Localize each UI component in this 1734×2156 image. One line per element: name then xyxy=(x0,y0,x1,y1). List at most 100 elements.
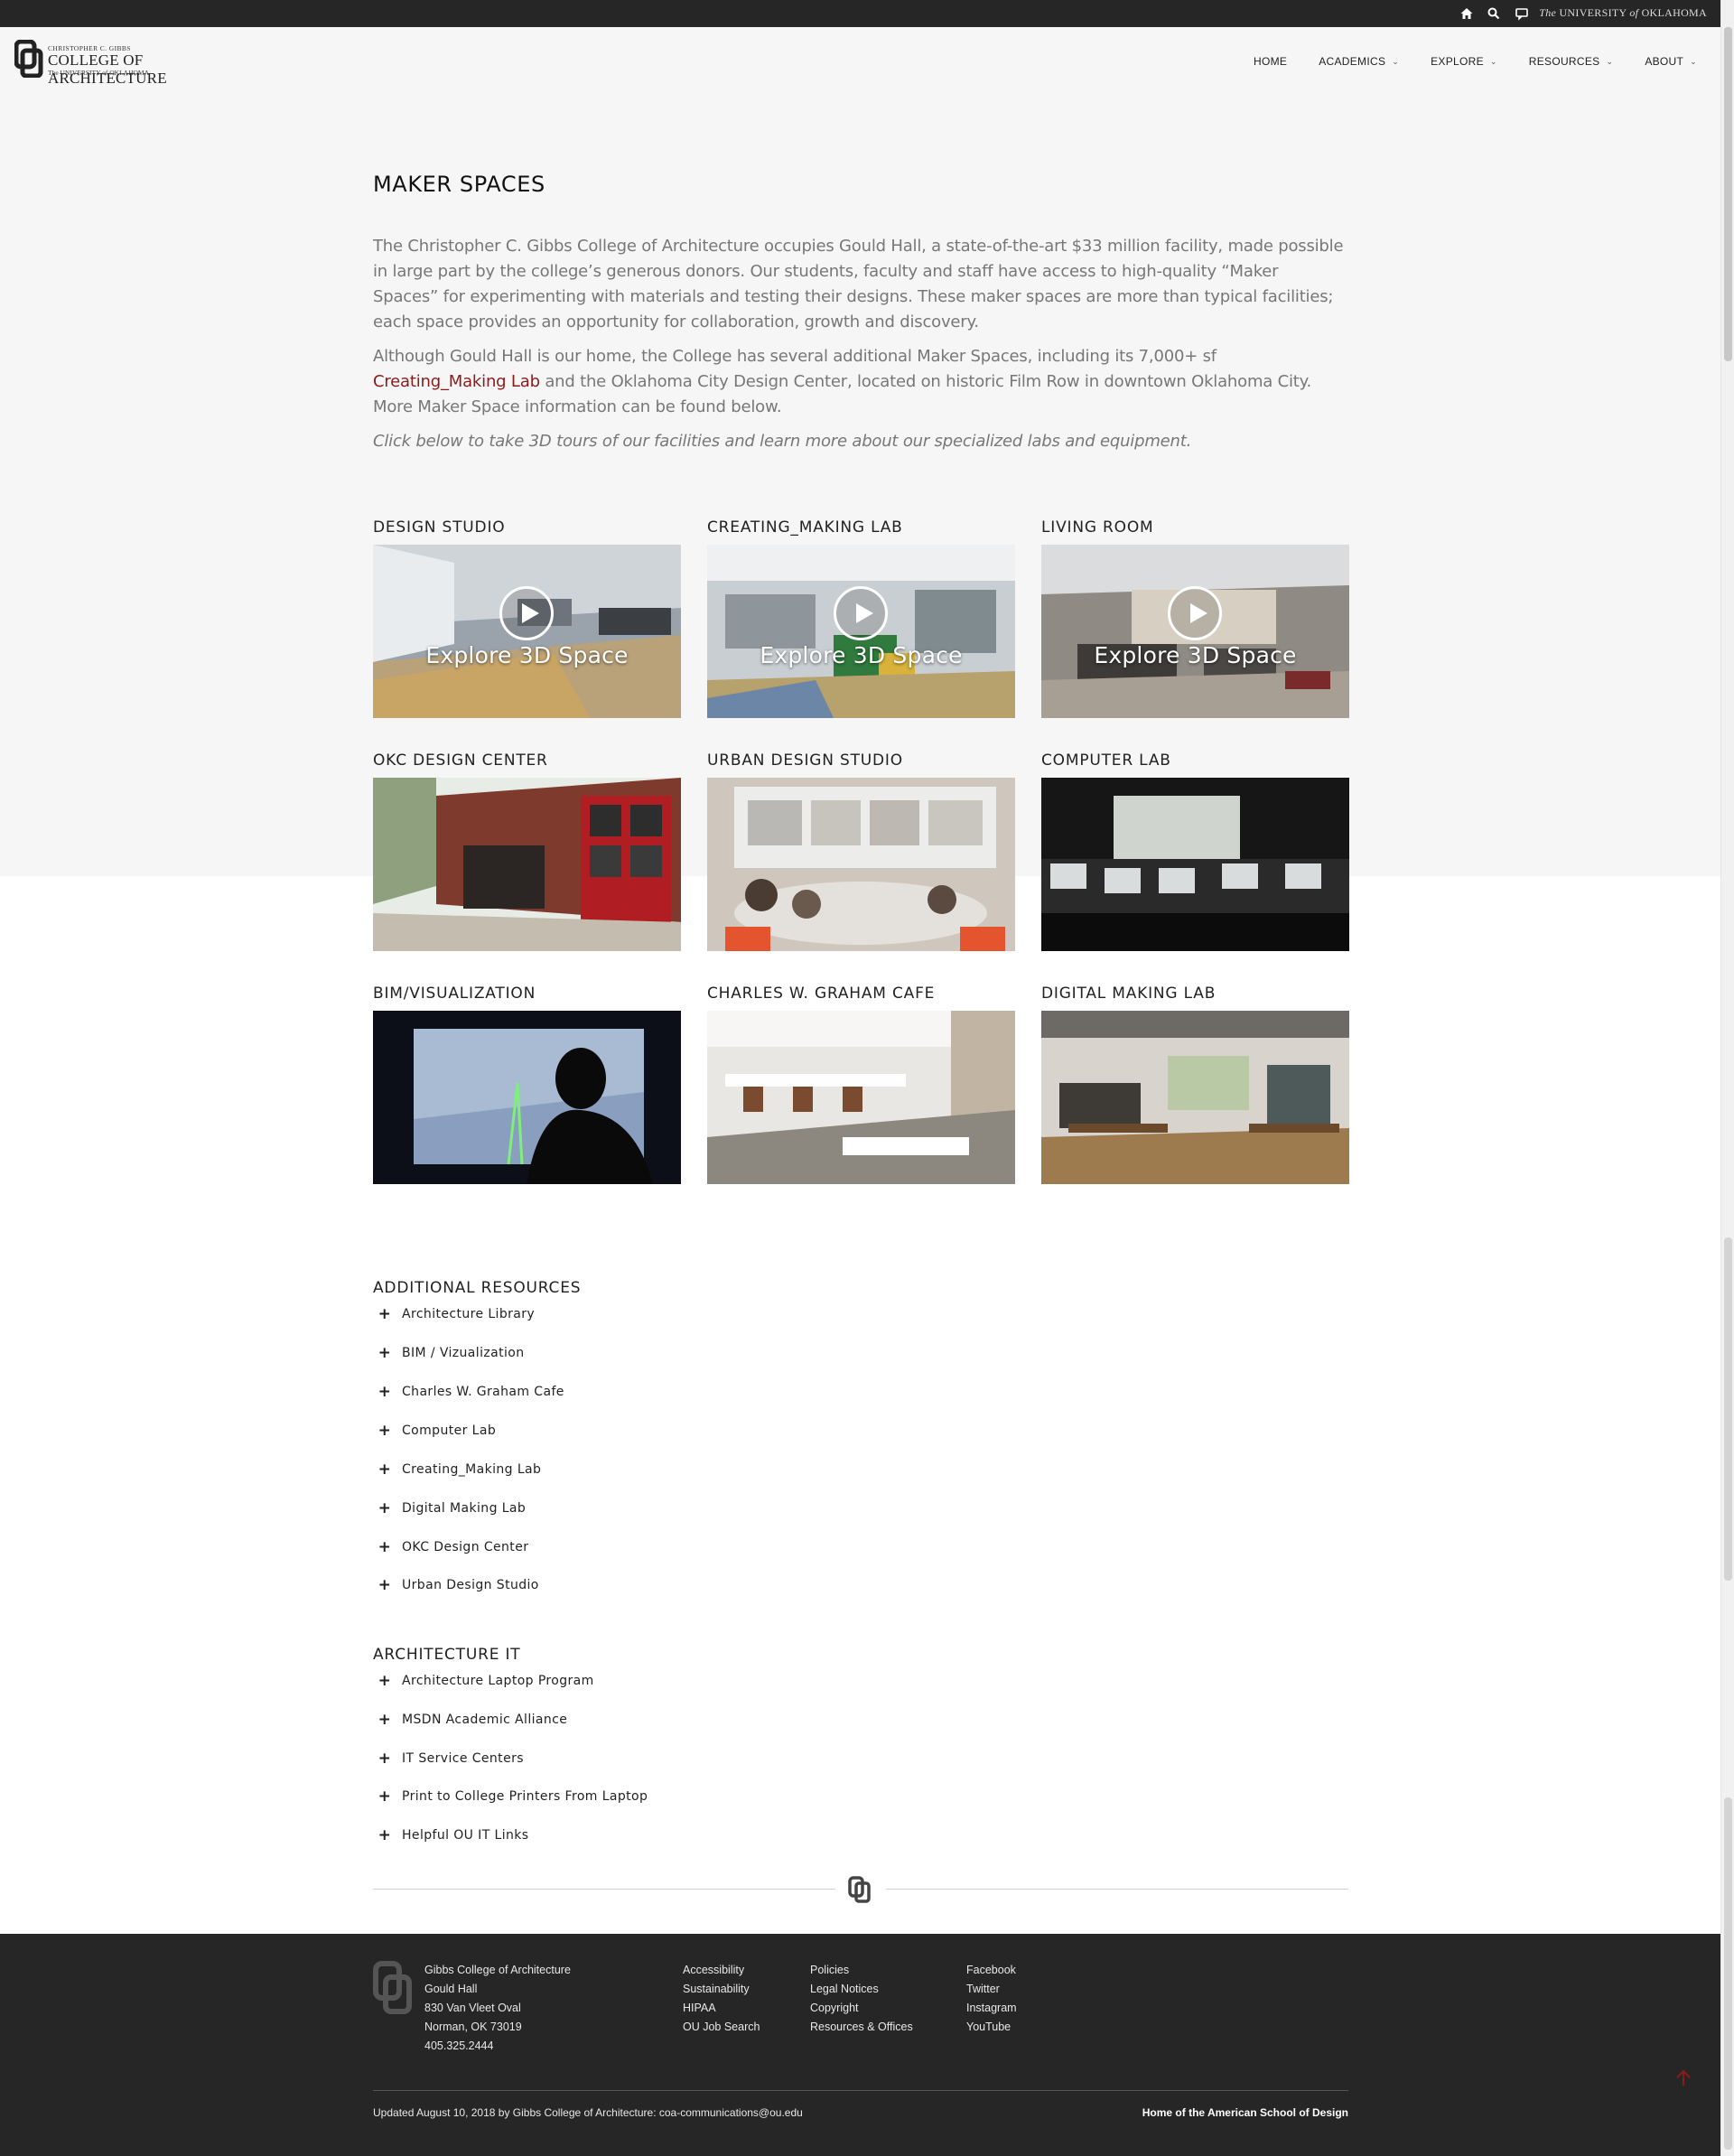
card-image-computer-lab[interactable] xyxy=(1041,778,1349,951)
footer-links-1: Accessibility Sustainability HIPAA OU Jo… xyxy=(683,1961,760,2037)
logo-line-3: The UNIVERSITY of OKLAHOMA xyxy=(48,69,149,77)
plus-icon: + xyxy=(378,1711,392,1729)
explore-3d-label[interactable]: Explore 3D Space xyxy=(373,642,681,668)
card-title-living-room[interactable]: LIVING ROOM xyxy=(1041,518,1153,537)
urban-design-studio-photo xyxy=(707,778,1015,951)
scrollbar-thumb[interactable] xyxy=(1724,27,1732,361)
footer-link-legal-notices[interactable]: Legal Notices xyxy=(810,1980,913,1999)
footer-link-resources-offices[interactable]: Resources & Offices xyxy=(810,2018,913,2037)
play-icon[interactable] xyxy=(834,586,888,640)
utility-bar: The UNIVERSITY of OKLAHOMA xyxy=(0,0,1720,27)
footer-link-policies[interactable]: Policies xyxy=(810,1961,913,1980)
plus-icon: + xyxy=(378,1787,392,1806)
search-icon[interactable] xyxy=(1486,5,1502,22)
plus-icon: + xyxy=(378,1672,392,1690)
card-title-okc-design-center[interactable]: OKC DESIGN CENTER xyxy=(373,751,548,770)
page-title: MAKER SPACES xyxy=(373,172,545,197)
scrollbar-thumb-tertiary[interactable] xyxy=(1724,1797,1732,2150)
card-title-bim-visualization[interactable]: BIM/VISUALIZATION xyxy=(373,985,536,1003)
chevron-down-icon: ⌄ xyxy=(1489,56,1497,66)
architecture-it-title: ARCHITECTURE IT xyxy=(373,1646,521,1664)
footer-social: Facebook Twitter Instagram YouTube xyxy=(966,1961,1017,2037)
home-icon[interactable] xyxy=(1459,5,1475,22)
plus-icon: + xyxy=(378,1826,392,1844)
card-image-living-room[interactable]: Explore 3D Space xyxy=(1041,545,1349,718)
site-header: CHRISTOPHER C. GIBBS COLLEGE OF ARCHITEC… xyxy=(0,27,1720,95)
intro-paragraph-1: The Christopher C. Gibbs College of Arch… xyxy=(373,237,1344,331)
chevron-down-icon: ⌄ xyxy=(1606,56,1614,66)
card-image-digital-making-lab[interactable] xyxy=(1041,1011,1349,1184)
explore-3d-label[interactable]: Explore 3D Space xyxy=(1041,642,1349,668)
card-image-creating-making-lab[interactable]: Explore 3D Space xyxy=(707,545,1015,718)
card-title-digital-making-lab[interactable]: DIGITAL MAKING LAB xyxy=(1041,985,1216,1003)
ou-mark-icon xyxy=(848,1876,873,1903)
nav-academics[interactable]: ACADEMICS ⌄ xyxy=(1319,55,1399,68)
page-scrollbar[interactable] xyxy=(1720,0,1734,2156)
resource-bim-vizualization[interactable]: + BIM / Vizualization xyxy=(378,1344,525,1362)
plus-icon: + xyxy=(378,1422,392,1440)
resource-computer-lab[interactable]: + Computer Lab xyxy=(378,1422,496,1440)
resource-creating-making-lab[interactable]: + Creating_Making Lab xyxy=(378,1461,541,1479)
plus-icon: + xyxy=(378,1538,392,1556)
footer-divider xyxy=(373,2090,1348,2091)
card-title-urban-design-studio[interactable]: URBAN DESIGN STUDIO xyxy=(707,751,903,770)
footer-link-twitter[interactable]: Twitter xyxy=(966,1980,1017,1999)
footer-link-instagram[interactable]: Instagram xyxy=(966,1999,1017,2018)
footer-link-hipaa[interactable]: HIPAA xyxy=(683,1999,760,2018)
nav-home[interactable]: HOME xyxy=(1254,55,1287,68)
footer-link-ou-job-search[interactable]: OU Job Search xyxy=(683,2018,760,2037)
explore-3d-label[interactable]: Explore 3D Space xyxy=(707,642,1015,668)
resource-charles-w-graham-cafe[interactable]: + Charles W. Graham Cafe xyxy=(378,1383,564,1401)
resource-architecture-library[interactable]: + Architecture Library xyxy=(378,1305,535,1323)
footer-link-sustainability[interactable]: Sustainability xyxy=(683,1980,760,1999)
digital-making-lab-photo xyxy=(1041,1011,1349,1184)
additional-resources-title: ADDITIONAL RESOURCES xyxy=(373,1279,582,1297)
chevron-down-icon: ⌄ xyxy=(1690,56,1697,66)
card-title-design-studio[interactable]: DESIGN STUDIO xyxy=(373,518,505,537)
nav-explore[interactable]: EXPLORE ⌄ xyxy=(1431,55,1497,68)
bim-visualization-photo xyxy=(373,1011,681,1184)
college-logo[interactable]: CHRISTOPHER C. GIBBS COLLEGE OF ARCHITEC… xyxy=(14,40,258,87)
intro-paragraph-3: Click below to take 3D tours of our faci… xyxy=(373,432,1192,451)
scrollbar-thumb-secondary[interactable] xyxy=(1724,1237,1732,1581)
back-to-top-arrow-icon[interactable] xyxy=(1673,2067,1694,2089)
chat-icon[interactable] xyxy=(1514,5,1530,22)
university-wordmark[interactable]: The UNIVERSITY of OKLAHOMA xyxy=(1539,6,1707,20)
resource-digital-making-lab[interactable]: + Digital Making Lab xyxy=(378,1499,526,1517)
plus-icon: + xyxy=(378,1750,392,1768)
card-image-urban-design-studio[interactable] xyxy=(707,778,1015,951)
it-architecture-laptop-program[interactable]: + Architecture Laptop Program xyxy=(378,1672,594,1690)
site-footer: Gibbs College of Architecture Gould Hall… xyxy=(0,1934,1720,2156)
divider-left xyxy=(373,1889,835,1890)
card-image-bim-visualization[interactable] xyxy=(373,1011,681,1184)
chevron-down-icon: ⌄ xyxy=(1392,56,1400,66)
footer-link-copyright[interactable]: Copyright xyxy=(810,1999,913,2018)
card-image-charles-w-graham-cafe[interactable] xyxy=(707,1011,1015,1184)
footer-link-youtube[interactable]: YouTube xyxy=(966,2018,1017,2037)
it-service-centers[interactable]: + IT Service Centers xyxy=(378,1750,524,1768)
card-image-design-studio[interactable]: Explore 3D Space xyxy=(373,545,681,718)
footer-tagline: Home of the American School of Design xyxy=(1142,2106,1348,2119)
it-print-to-college-printers[interactable]: + Print to College Printers From Laptop xyxy=(378,1787,648,1806)
resource-urban-design-studio[interactable]: + Urban Design Studio xyxy=(378,1576,539,1594)
plus-icon: + xyxy=(378,1461,392,1479)
ou-logo-icon xyxy=(14,40,43,78)
footer-link-accessibility[interactable]: Accessibility xyxy=(683,1961,760,1980)
it-helpful-ou-it-links[interactable]: + Helpful OU IT Links xyxy=(378,1826,528,1844)
nav-about[interactable]: ABOUT ⌄ xyxy=(1645,55,1697,68)
card-image-okc-design-center[interactable] xyxy=(373,778,681,951)
okc-design-center-photo xyxy=(373,778,681,951)
creating-making-lab-link[interactable]: Creating_Making Lab xyxy=(373,372,540,391)
play-icon[interactable] xyxy=(1168,586,1222,640)
play-icon[interactable] xyxy=(499,586,554,640)
it-msdn-academic-alliance[interactable]: + MSDN Academic Alliance xyxy=(378,1711,567,1729)
footer-address: Gibbs College of Architecture Gould Hall… xyxy=(424,1964,571,2052)
card-title-computer-lab[interactable]: COMPUTER LAB xyxy=(1041,751,1171,770)
footer-link-facebook[interactable]: Facebook xyxy=(966,1961,1017,1980)
nav-resources[interactable]: RESOURCES ⌄ xyxy=(1529,55,1614,68)
card-title-charles-w-graham-cafe[interactable]: CHARLES W. GRAHAM CAFE xyxy=(707,985,935,1003)
divider-right xyxy=(886,1889,1348,1890)
computer-lab-photo xyxy=(1041,778,1349,951)
card-title-creating-making-lab[interactable]: CREATING_MAKING LAB xyxy=(707,518,903,537)
resource-okc-design-center[interactable]: + OKC Design Center xyxy=(378,1538,528,1556)
